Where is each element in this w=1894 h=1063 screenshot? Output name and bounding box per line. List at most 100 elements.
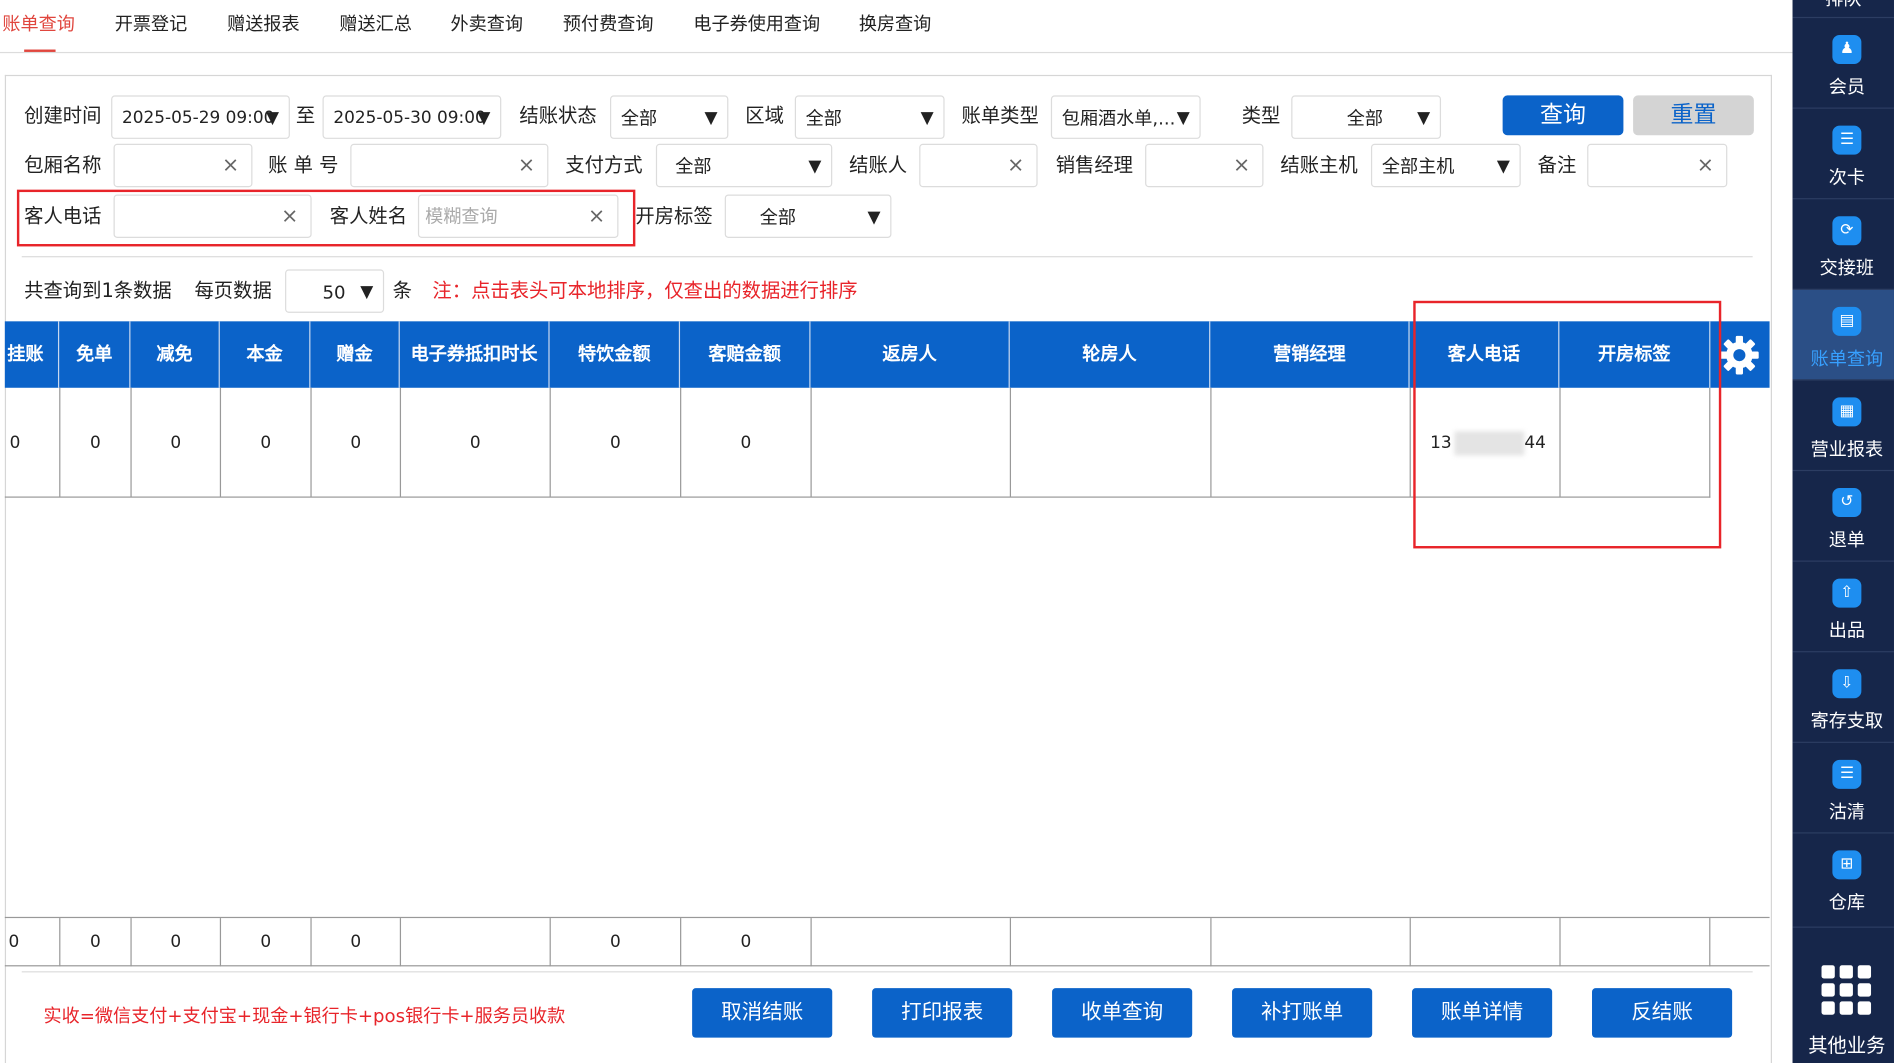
tab-invoice-register[interactable]: 开票登记	[115, 0, 187, 51]
sidebar-item-sold-out[interactable]: ☰ 沽清	[1793, 743, 1894, 832]
tab-gift-summary[interactable]: 赠送汇总	[339, 0, 411, 51]
col-header-bonus[interactable]: 赠金	[310, 321, 400, 388]
cell-ecoupon-duration: 0	[399, 387, 550, 497]
room-tag-select[interactable]: 全部 ▼	[724, 194, 892, 238]
col-header-free[interactable]: 免单	[59, 321, 131, 388]
remark-field[interactable]	[1589, 146, 1699, 185]
cashier-field[interactable]	[921, 146, 1012, 185]
clear-icon[interactable]: ×	[1233, 145, 1250, 186]
bill-no-label: 账 单 号	[268, 153, 339, 177]
cell-compensation: 0	[680, 387, 810, 497]
bill-detail-button[interactable]: 账单详情	[1412, 988, 1553, 1038]
sidebar-item-times-card[interactable]: ☰ 次卡	[1793, 109, 1894, 198]
col-header-discount[interactable]: 减免	[130, 321, 220, 388]
col-header-room-tag[interactable]: 开房标签	[1559, 321, 1711, 388]
settle-host-select[interactable]: 全部主机 ▼	[1370, 143, 1521, 188]
reverse-settle-button[interactable]: 反结账	[1592, 988, 1733, 1038]
sidebar-item-warehouse[interactable]: ⊞ 仓库	[1793, 834, 1894, 923]
settle-status-label: 结账状态	[519, 103, 597, 127]
cashier-input[interactable]: ×	[919, 143, 1038, 188]
caret-down-icon: ▼	[704, 108, 718, 129]
bill-no-field[interactable]	[352, 146, 520, 185]
col-header-compensation[interactable]: 客赔金额	[680, 321, 811, 388]
settle-status-select[interactable]: 全部 ▼	[609, 95, 729, 139]
bill-type-select[interactable]: 包厢酒水单,... ▼	[1050, 95, 1201, 139]
card-icon: ☰	[1832, 125, 1862, 155]
reprint-bill-button[interactable]: 补打账单	[1232, 988, 1373, 1038]
remark-input[interactable]: ×	[1587, 143, 1728, 188]
sidebar-item-other-business[interactable]: 其他业务	[1793, 954, 1894, 1063]
room-name-input[interactable]: ×	[113, 143, 253, 188]
sales-manager-input[interactable]: ×	[1145, 143, 1264, 188]
pay-method-select[interactable]: 全部 ▼	[655, 143, 833, 188]
sidebar-item-bill-query[interactable]: ▤ 账单查询	[1792, 289, 1894, 380]
sidebar-item-queue-label[interactable]: 排队	[1793, 0, 1894, 11]
print-report-button[interactable]: 打印报表	[872, 988, 1013, 1038]
tab-gift-report[interactable]: 赠送报表	[227, 0, 299, 51]
query-button[interactable]: 查询	[1502, 95, 1624, 136]
clear-icon[interactable]: ×	[1697, 145, 1714, 186]
upload-icon: ⇧	[1832, 578, 1862, 608]
cell-bonus: 0	[310, 387, 399, 497]
col-header-special-drink[interactable]: 特饮金额	[550, 321, 681, 388]
col-header-marketing-manager[interactable]: 营销经理	[1210, 321, 1410, 388]
col-header-guest-phone[interactable]: 客人电话	[1410, 321, 1560, 388]
sales-manager-field[interactable]	[1147, 146, 1237, 185]
per-page-select[interactable]: 50 ▼	[285, 269, 385, 313]
col-header-returner[interactable]: 返房人	[811, 321, 1010, 388]
room-name-field[interactable]	[115, 146, 225, 185]
col-header-on-account[interactable]: 挂账	[0, 321, 60, 388]
col-header-rotator[interactable]: 轮房人	[1010, 321, 1211, 388]
col-header-ecoupon-duration[interactable]: 电子券抵扣时长	[400, 321, 550, 388]
clear-icon[interactable]: ×	[222, 145, 239, 186]
clear-icon[interactable]: ×	[518, 145, 535, 186]
table-header: 挂账 免单 减免 本金 赠金 电子券抵扣时长 特饮金额 客赔金额 返房人 轮房人…	[4, 321, 1770, 388]
receipt-query-button[interactable]: 收单查询	[1052, 988, 1193, 1038]
table-row[interactable]: 0 0 0 0 0 0 0 0 13 44	[4, 387, 1711, 498]
guest-phone-input[interactable]: ×	[113, 194, 312, 238]
date-to-picker[interactable]: 2025-05-30 09:00 ▼	[322, 95, 502, 139]
tab-bill-query[interactable]: 账单查询	[2, 0, 75, 52]
pay-method-label: 支付方式	[565, 153, 643, 177]
settle-host-label: 结账主机	[1280, 153, 1358, 177]
clear-icon[interactable]: ×	[588, 196, 605, 237]
guest-name-input[interactable]: ×	[417, 194, 619, 238]
phone-mask	[1454, 431, 1525, 456]
sidebar-item-output[interactable]: ⇧ 出品	[1793, 562, 1894, 651]
sidebar-item-business-report[interactable]: ▦ 营业报表	[1793, 381, 1894, 470]
sidebar-item-deposit[interactable]: ⇩ 寄存支取	[1793, 652, 1894, 741]
bill-no-input[interactable]: ×	[350, 143, 549, 188]
guest-name-field[interactable]	[420, 196, 588, 236]
caret-down-icon: ▼	[1176, 108, 1190, 129]
tab-prepaid-query[interactable]: 预付费查询	[563, 0, 654, 51]
sidebar-item-refund[interactable]: ↺ 退单	[1793, 471, 1894, 560]
cell-room-tag	[1559, 387, 1710, 497]
tab-takeout-query[interactable]: 外卖查询	[451, 0, 523, 51]
tab-room-change-query[interactable]: 换房查询	[859, 0, 931, 51]
tab-ecoupon-query[interactable]: 电子券使用查询	[693, 0, 820, 51]
refund-icon: ↺	[1832, 488, 1862, 518]
sidebar-item-shift[interactable]: ⟳ 交接班	[1793, 199, 1894, 288]
reset-button[interactable]: 重置	[1633, 95, 1754, 136]
type-select[interactable]: 全部 ▼	[1291, 95, 1442, 139]
clear-icon[interactable]: ×	[281, 196, 298, 237]
clear-icon[interactable]: ×	[1007, 145, 1024, 186]
per-page-label: 每页数据	[194, 279, 272, 302]
area-select[interactable]: 全部 ▼	[794, 95, 945, 139]
download-icon: ⇩	[1832, 669, 1862, 699]
sidebar-item-label: 出品	[1828, 619, 1865, 642]
total-on-account: 0	[8, 932, 20, 952]
sort-note: 注：点击表头可本地排序，仅查出的数据进行排序	[432, 279, 858, 302]
sidebar-item-member[interactable]: ♟ 会员	[1793, 18, 1894, 107]
cashier-label: 结账人	[849, 153, 908, 177]
date-from-picker[interactable]: 2025-05-29 09:00 ▼	[111, 95, 290, 139]
total-free: 0	[59, 918, 130, 967]
gear-icon[interactable]	[1718, 333, 1761, 376]
cell-returner	[810, 387, 1010, 497]
total-principal: 0	[219, 918, 311, 967]
total-marketing-manager	[1210, 918, 1409, 967]
divider	[1792, 926, 1894, 928]
col-header-principal[interactable]: 本金	[220, 321, 311, 388]
guest-phone-field[interactable]	[115, 196, 283, 236]
cancel-settle-button[interactable]: 取消结账	[692, 988, 833, 1038]
